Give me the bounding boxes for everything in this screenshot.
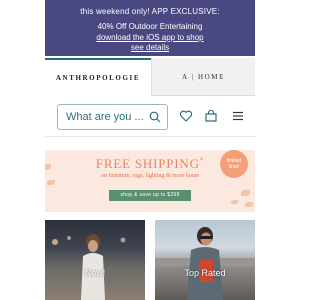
promo-app-link[interactable]: download the iOS app to shop [45,33,255,42]
leaf-decoration [245,202,253,207]
tile-top-rated-label: Top Rated [184,268,226,278]
leaf-decoration [47,180,55,185]
promo-offer: 40% Off Outdoor Entertaining [97,22,203,31]
brand-tabs: ANTHROPOLOGIE A | HOME [45,58,255,96]
tile-top-rated[interactable]: Top Rated [155,220,255,300]
free-shipping-banner[interactable]: FREE SHIPPING* on furniture, rugs, light… [45,150,255,212]
shop-and-save-button[interactable]: shop & save up to $299 [109,190,191,201]
search-input[interactable] [66,105,144,129]
promo-headline: this weekend only! APP EXCLUSIVE: [80,7,220,16]
promo-banner[interactable]: this weekend only! APP EXCLUSIVE: 40% Of… [45,0,255,56]
bag-icon[interactable] [204,109,218,123]
tab-home[interactable]: A | HOME [151,58,255,96]
tile-new-label: New! [84,268,106,278]
promo-details-link[interactable]: see details [45,43,255,52]
search-icon[interactable] [149,111,161,123]
model-photo [52,234,126,300]
limited-time-badge: limited time! [220,150,248,178]
menu-icon[interactable] [231,109,245,123]
tab-anthropologie[interactable]: ANTHROPOLOGIE [45,58,151,96]
search-box[interactable] [57,104,168,130]
tile-new[interactable]: New! [45,220,145,300]
heart-icon[interactable] [179,109,193,123]
leaf-decoration [241,190,250,196]
leaf-decoration [231,200,238,204]
search-toolbar [45,97,255,137]
model-photo [155,227,255,300]
